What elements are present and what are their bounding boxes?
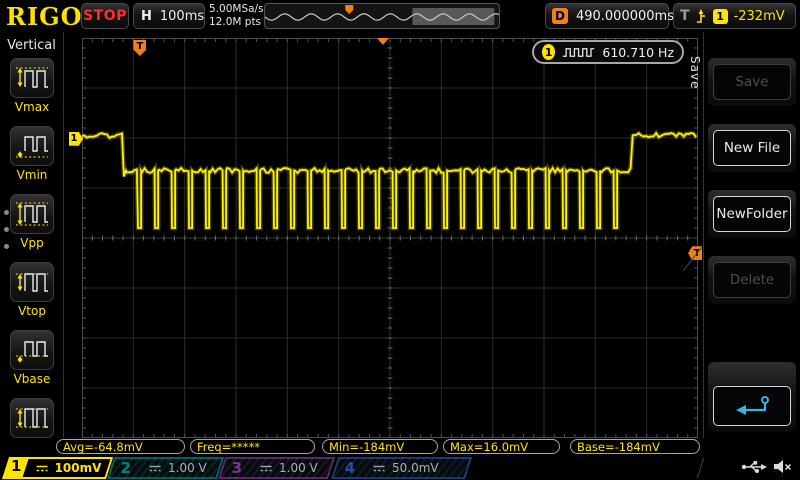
dc-coupling-icon xyxy=(36,464,49,473)
return-arrow-icon xyxy=(732,394,772,418)
delay-readout[interactable]: D 490.000000ms xyxy=(545,3,669,29)
square-wave-icon xyxy=(562,46,595,59)
left-menu-item-label: Vmin xyxy=(9,168,55,182)
menu-button-label: Save xyxy=(735,74,768,90)
channel-3-status[interactable]: 3 1.00 V xyxy=(218,457,335,479)
channel-status-bar: 1 100mV 2 1.00 V 3 xyxy=(0,456,800,480)
menu-button-new-file[interactable]: New File xyxy=(708,124,796,172)
graticule-and-waveform xyxy=(82,38,698,438)
memory-depth: 12.0M pts xyxy=(209,16,264,29)
frequency-counter: 1 610.710 Hz xyxy=(532,40,684,64)
left-menu-item-vmax[interactable]: Vmax xyxy=(9,58,55,114)
timebase-value: 100ms xyxy=(160,9,204,24)
channel-1-status[interactable]: 1 100mV xyxy=(2,457,113,479)
left-menu-item-label: Vpp xyxy=(9,236,55,250)
menu-button-newfolder[interactable]: NewFolder xyxy=(708,190,796,238)
channel-number: 3 xyxy=(232,459,242,477)
counter-channel-badge: 1 xyxy=(542,44,555,60)
window-center-marker-icon xyxy=(377,38,389,45)
menu-tab-label: Save xyxy=(688,56,702,89)
vtop-waveform-icon xyxy=(14,266,50,298)
preview-wave-icon xyxy=(265,4,499,28)
left-menu-panel: Vertical VmaxVminVppVtopVbaseVamp xyxy=(0,32,63,455)
trigger-level-value: -232mV xyxy=(734,9,785,24)
measurement-freq: Freq=***** xyxy=(190,439,315,454)
left-menu-item-vtop[interactable]: Vtop xyxy=(9,262,55,318)
channel-scale: 1.00 V xyxy=(168,461,207,475)
left-menu-item-label: Vtop xyxy=(9,304,55,318)
left-menu-item-vbase[interactable]: Vbase xyxy=(9,330,55,386)
measurement-max: Max=16.0mV xyxy=(443,439,560,454)
waveform-display: T 1 T 1 610.710 Hz xyxy=(82,38,698,438)
menu-button-label: NewFolder xyxy=(716,206,787,222)
menu-page-dot xyxy=(4,210,9,215)
menu-button-label: New File xyxy=(724,140,780,156)
channel-4-status[interactable]: 4 50.0mV xyxy=(331,457,472,479)
menu-page-dot xyxy=(4,227,9,232)
speaker-muted-icon xyxy=(773,459,792,474)
measurement-avg: Avg=-64.8mV xyxy=(56,439,185,454)
menu-back-button[interactable] xyxy=(708,362,796,432)
trigger-readout[interactable]: T 1 -232mV xyxy=(673,3,796,29)
menu-page-dot xyxy=(4,244,9,249)
status-icons xyxy=(741,459,792,474)
left-menu-title: Vertical xyxy=(0,38,63,53)
left-menu-item-label: Vmax xyxy=(9,100,55,114)
vpp-waveform-icon xyxy=(14,198,50,230)
delay-label: D xyxy=(552,8,568,24)
oscilloscope-screen: RIGOL STOP H 100ms 5.00MSa/s 12.0M pts D… xyxy=(0,0,800,480)
horizontal-label: H xyxy=(141,9,152,24)
menu-button-save[interactable]: Save xyxy=(708,58,796,106)
menu-button-label: Delete xyxy=(730,272,774,288)
left-menu-item-vpp[interactable]: Vpp xyxy=(9,194,55,250)
delay-value: 490.000000ms xyxy=(576,9,674,24)
vbase-waveform-icon xyxy=(14,334,50,366)
left-menu-item-vmin[interactable]: Vmin xyxy=(9,126,55,182)
channel-scale: 50.0mV xyxy=(392,461,439,475)
menu-button-delete[interactable]: Delete xyxy=(708,256,796,304)
channel-2-status[interactable]: 2 1.00 V xyxy=(107,457,224,479)
left-menu-separator xyxy=(63,32,64,455)
rising-edge-icon xyxy=(696,8,707,24)
sample-rate: 5.00MSa/s xyxy=(209,3,264,16)
dc-coupling-icon xyxy=(149,464,162,473)
right-menu-panel: Save SaveNew FileNewFolderDelete xyxy=(704,32,800,455)
channel-number: 4 xyxy=(345,459,355,477)
dc-coupling-icon xyxy=(260,464,273,473)
measurement-base: Base=-184mV xyxy=(570,439,700,454)
vmax-waveform-icon xyxy=(14,62,50,94)
run-stop-button[interactable]: STOP xyxy=(81,3,129,29)
channel-scale: 1.00 V xyxy=(279,461,318,475)
vamp-waveform-icon xyxy=(14,402,50,434)
trigger-source-badge: 1 xyxy=(713,9,728,24)
channel-number: 2 xyxy=(121,459,131,477)
usb-icon xyxy=(741,459,767,474)
measurement-min: Min=-184mV xyxy=(322,439,438,454)
left-menu-item-label: Vbase xyxy=(9,372,55,386)
channel1-offset-marker: 1 xyxy=(69,132,83,146)
channel-bar-end-mark xyxy=(697,458,704,478)
dc-coupling-icon xyxy=(373,464,386,473)
counter-frequency-value: 610.710 Hz xyxy=(602,45,674,60)
measurement-bar: Avg=-64.8mV Freq=***** Min=-184mV Max=16.0m… xyxy=(0,438,800,456)
memory-waveform-preview[interactable] xyxy=(264,3,500,29)
top-bar: RIGOL STOP H 100ms 5.00MSa/s 12.0M pts D… xyxy=(0,0,800,32)
channel-scale: 100mV xyxy=(55,461,102,475)
trigger-label: T xyxy=(680,8,690,24)
acquisition-info: 5.00MSa/s 12.0M pts xyxy=(209,3,264,29)
horizontal-timebase-button[interactable]: H 100ms xyxy=(133,3,205,29)
vmin-waveform-icon xyxy=(14,130,50,162)
